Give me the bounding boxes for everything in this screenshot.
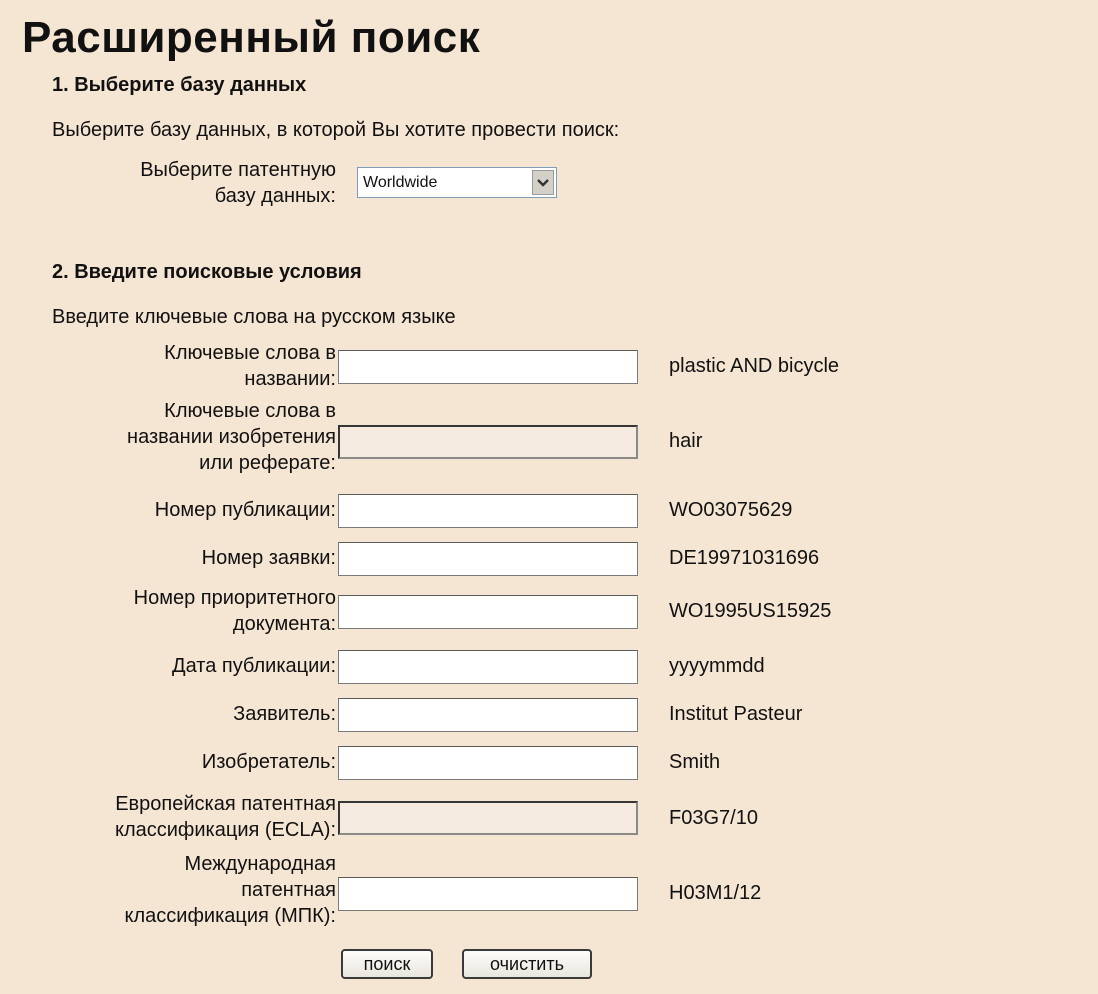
dropdown-arrow-icon[interactable] xyxy=(532,170,554,195)
priority-number-input[interactable] xyxy=(338,595,638,629)
ecla-input[interactable] xyxy=(338,801,638,835)
ipc-input[interactable] xyxy=(338,877,638,911)
field-label-line: Ключевые слова в xyxy=(164,342,336,364)
priority-number-example: WO1995US15925 xyxy=(669,600,832,622)
database-select[interactable]: Worldwide xyxy=(357,167,557,198)
inventor-example: Smith xyxy=(669,751,721,773)
application-number-input[interactable] xyxy=(338,542,638,576)
field-label-line: или реферате: xyxy=(199,452,336,474)
inventor-label: Изобретатель: xyxy=(36,749,336,775)
inventor-input[interactable] xyxy=(338,746,638,780)
applicant-label: Заявитель: xyxy=(36,701,336,727)
publication-number-input[interactable] xyxy=(338,494,638,528)
field-label-line: Изобретатель: xyxy=(201,751,336,773)
application-number-example: DE19971031696 xyxy=(669,547,820,569)
ecla-label: Европейская патентная классификация (ECL… xyxy=(36,791,336,843)
field-label-line: Заявитель: xyxy=(233,703,336,725)
title-abstract-keywords-label: Ключевые слова в названии изобретения ил… xyxy=(36,398,336,476)
section-1-instruction: Выберите базу данных, в которой Вы хотит… xyxy=(52,119,620,141)
database-select-label-line: Выберите патентную xyxy=(140,159,336,181)
field-label-line: Номер публикации: xyxy=(154,499,336,521)
title-keywords-example: plastic AND bicycle xyxy=(669,355,840,377)
application-number-label: Номер заявки: xyxy=(36,545,336,571)
section-1-heading: 1. Выберите базу данных xyxy=(52,74,307,96)
title-keywords-label: Ключевые слова в названии: xyxy=(36,340,336,392)
database-select-label-line: базу данных: xyxy=(214,185,336,207)
field-label-line: Ключевые слова в xyxy=(164,400,336,422)
ecla-example: F03G7/10 xyxy=(669,807,758,829)
field-label-line: классификация (ECLA): xyxy=(114,819,336,841)
priority-number-label: Номер приоритетного документа: xyxy=(36,585,336,637)
page-title: Расширенный поиск xyxy=(22,13,481,62)
section-2-instruction: Введите ключевые слова на русском языке xyxy=(52,306,456,328)
publication-date-example: yyyymmdd xyxy=(669,655,765,677)
field-label-line: Европейская патентная xyxy=(115,793,336,815)
search-button[interactable]: поиск xyxy=(341,949,433,979)
ipc-example: H03M1/12 xyxy=(669,882,762,904)
clear-button[interactable]: очистить xyxy=(462,949,592,979)
field-label-line: названии: xyxy=(244,368,336,390)
publication-number-label: Номер публикации: xyxy=(36,497,336,523)
field-label-line: Международная xyxy=(184,853,336,875)
field-label-line: документа: xyxy=(232,613,336,635)
title-abstract-keywords-example: hair xyxy=(669,430,703,452)
ipc-label: Международная патентная классификация (М… xyxy=(36,851,336,929)
field-label-line: названии изобретения xyxy=(127,426,336,448)
publication-number-example: WO03075629 xyxy=(669,499,793,521)
field-label-line: Дата публикации: xyxy=(172,655,336,677)
field-label-line: Номер заявки: xyxy=(201,547,336,569)
title-keywords-input[interactable] xyxy=(338,350,638,384)
applicant-input[interactable] xyxy=(338,698,638,732)
section-2-heading: 2. Введите поисковые условия xyxy=(52,261,362,283)
field-label-line: Номер приоритетного xyxy=(133,587,336,609)
field-label-line: классификация (МПК): xyxy=(124,905,336,927)
publication-date-label: Дата публикации: xyxy=(36,653,336,679)
field-label-line: патентная xyxy=(241,879,336,901)
database-select-value: Worldwide xyxy=(363,174,438,191)
title-abstract-keywords-input[interactable] xyxy=(338,425,638,459)
applicant-example: Institut Pasteur xyxy=(669,703,803,725)
database-select-label: Выберите патентную базу данных: xyxy=(36,157,336,209)
publication-date-input[interactable] xyxy=(338,650,638,684)
